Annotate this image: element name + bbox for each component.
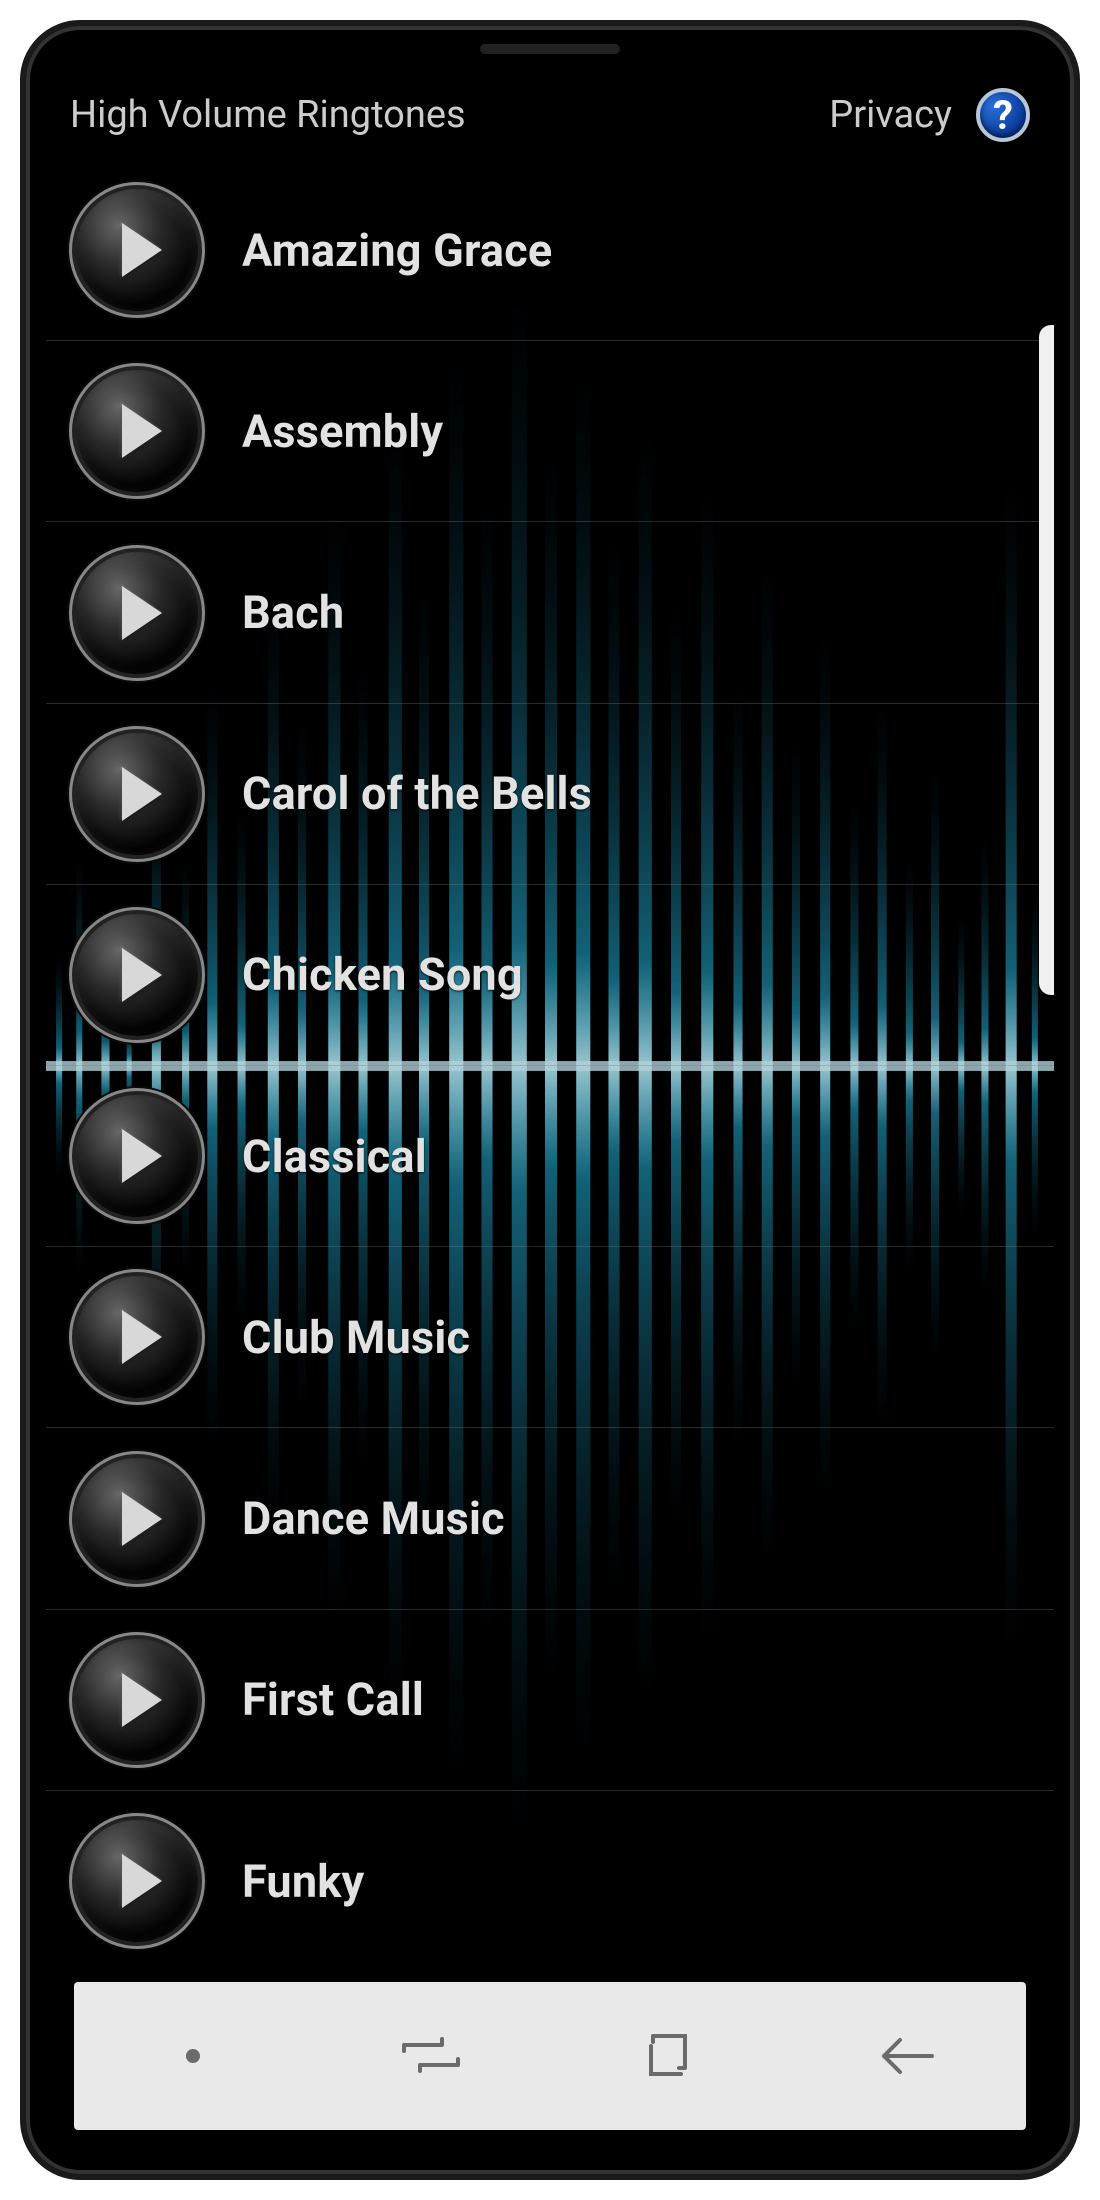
ringtone-label: Club Music: [242, 1311, 470, 1364]
play-button[interactable]: [76, 914, 198, 1036]
play-button[interactable]: [76, 1820, 198, 1942]
ringtone-label: Dance Music: [242, 1492, 505, 1545]
play-button[interactable]: [76, 1458, 198, 1580]
list-item[interactable]: Funky: [46, 1791, 1054, 1972]
list-item[interactable]: Bach: [46, 522, 1054, 703]
nav-back-icon[interactable]: [847, 2031, 967, 2081]
play-icon: [122, 1492, 162, 1546]
play-icon: [122, 1854, 162, 1908]
list-item[interactable]: Club Music: [46, 1247, 1054, 1428]
play-button[interactable]: [76, 189, 198, 311]
play-button[interactable]: [76, 370, 198, 492]
privacy-link[interactable]: Privacy: [829, 93, 952, 137]
list-item[interactable]: First Call: [46, 1610, 1054, 1791]
play-button[interactable]: [76, 1276, 198, 1398]
play-icon: [122, 586, 162, 640]
ringtone-label: Funky: [242, 1855, 364, 1908]
play-icon: [122, 404, 162, 458]
scrollbar-thumb[interactable]: [1039, 325, 1054, 995]
list-item[interactable]: Assembly: [46, 341, 1054, 522]
ringtone-label: Bach: [242, 586, 344, 639]
nav-menu-dot-icon[interactable]: [133, 2046, 253, 2066]
list-item[interactable]: Dance Music: [46, 1428, 1054, 1609]
list-item[interactable]: Carol of the Bells: [46, 704, 1054, 885]
ringtone-label: Carol of the Bells: [242, 767, 592, 820]
play-icon: [122, 767, 162, 821]
list-item[interactable]: Classical: [46, 1066, 1054, 1247]
screen: High Volume Ringtones Privacy ?: [46, 66, 1054, 2154]
nav-recents-icon[interactable]: [371, 2031, 491, 2081]
app-title: High Volume Ringtones: [70, 93, 829, 137]
ringtone-label: Amazing Grace: [242, 224, 552, 277]
play-icon: [122, 1310, 162, 1364]
help-button[interactable]: ?: [976, 88, 1030, 142]
nav-home-icon[interactable]: [609, 2028, 729, 2084]
play-button[interactable]: [76, 733, 198, 855]
question-mark-icon: ?: [993, 92, 1013, 139]
ringtone-list[interactable]: Amazing Grace Assembly Bach Carol of the…: [46, 160, 1054, 1972]
content-area: Amazing Grace Assembly Bach Carol of the…: [46, 160, 1054, 1972]
play-icon: [122, 1129, 162, 1183]
ringtone-label: Assembly: [242, 405, 443, 458]
play-button[interactable]: [76, 552, 198, 674]
system-navbar: [74, 1982, 1026, 2130]
ringtone-label: Chicken Song: [242, 948, 523, 1001]
play-icon: [122, 1673, 162, 1727]
play-button[interactable]: [76, 1095, 198, 1217]
play-button[interactable]: [76, 1639, 198, 1761]
app-header: High Volume Ringtones Privacy ?: [46, 66, 1054, 160]
list-item[interactable]: Chicken Song: [46, 885, 1054, 1066]
ringtone-label: Classical: [242, 1130, 427, 1183]
play-icon: [122, 223, 162, 277]
phone-speaker: [480, 44, 620, 54]
play-icon: [122, 948, 162, 1002]
phone-frame: High Volume Ringtones Privacy ?: [20, 20, 1080, 2180]
list-item[interactable]: Amazing Grace: [46, 160, 1054, 341]
ringtone-label: First Call: [242, 1673, 424, 1726]
